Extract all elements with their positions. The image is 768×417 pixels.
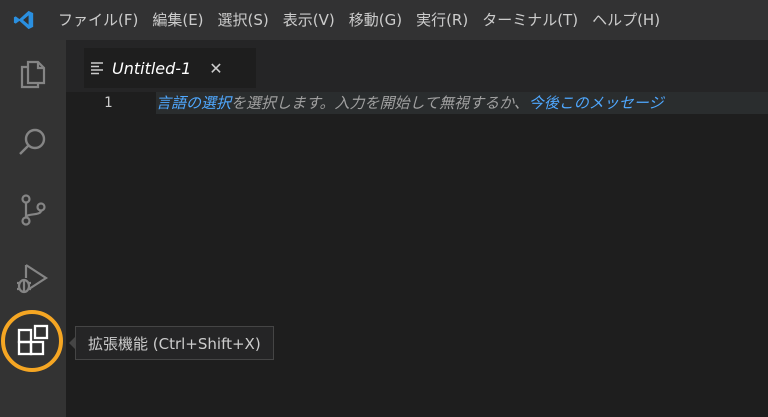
menu-terminal[interactable]: ターミナル(T) — [475, 0, 585, 40]
select-language-link[interactable]: 言語の選択 — [156, 94, 231, 112]
close-icon[interactable]: ✕ — [209, 59, 222, 78]
menu-edit[interactable]: 編集(E) — [145, 0, 210, 40]
tab-bar: Untitled-1 ✕ — [66, 40, 768, 92]
tab-untitled-1[interactable]: Untitled-1 ✕ — [84, 48, 256, 88]
text-file-icon — [90, 61, 104, 75]
menu-file[interactable]: ファイル(F) — [48, 0, 145, 40]
hint-text: を選択します。入力を開始して無視するか、 — [231, 94, 529, 112]
title-bar: ファイル(F) 編集(E) 選択(S) 表示(V) 移動(G) 実行(R) ター… — [0, 0, 768, 40]
menu-help[interactable]: ヘルプ(H) — [585, 0, 667, 40]
activity-bar — [0, 40, 66, 417]
menu-go[interactable]: 移動(G) — [342, 0, 409, 40]
menu-run[interactable]: 実行(R) — [409, 0, 475, 40]
source-control-icon[interactable] — [0, 180, 66, 240]
menu-bar: ファイル(F) 編集(E) 選択(S) 表示(V) 移動(G) 実行(R) ター… — [48, 0, 667, 40]
search-icon[interactable] — [0, 112, 66, 172]
editor-hint: 言語の選択を選択します。入力を開始して無視するか、今後このメッセージ — [156, 92, 768, 114]
editor[interactable]: 1 言語の選択を選択します。入力を開始して無視するか、今後このメッセージ — [66, 92, 768, 417]
tab-label: Untitled-1 — [112, 58, 192, 78]
dont-show-again-link[interactable]: 今後このメッセージ — [529, 94, 664, 112]
menu-view[interactable]: 表示(V) — [276, 0, 342, 40]
line-number: 1 — [104, 95, 113, 111]
tooltip-text: 拡張機能 (Ctrl+Shift+X) — [88, 334, 261, 353]
highlight-ring — [1, 310, 63, 372]
files-icon[interactable] — [0, 44, 66, 104]
menu-selection[interactable]: 選択(S) — [211, 0, 276, 40]
vscode-logo-icon — [0, 0, 48, 40]
extensions-tooltip: 拡張機能 (Ctrl+Shift+X) — [75, 326, 274, 360]
run-debug-icon[interactable] — [0, 248, 66, 308]
